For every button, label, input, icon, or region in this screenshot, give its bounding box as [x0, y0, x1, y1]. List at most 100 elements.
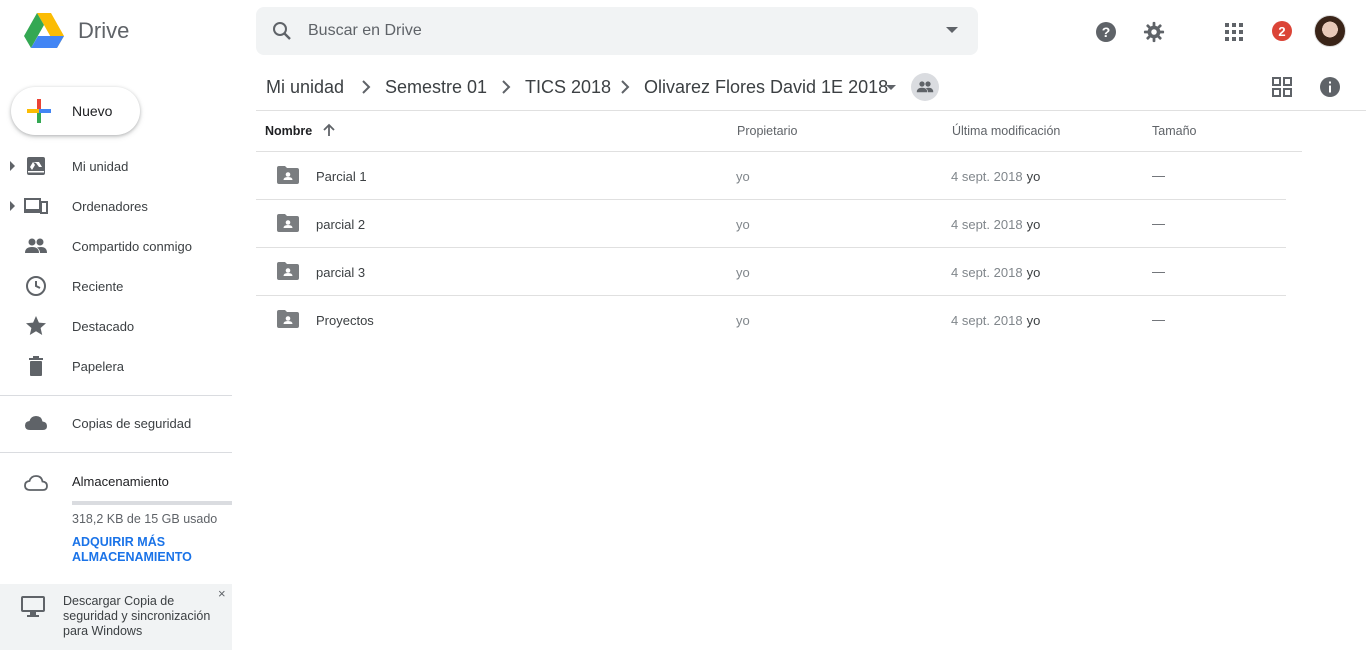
shared-folder-icon: [277, 214, 299, 232]
drive-logo-icon: [24, 13, 64, 48]
shared-folder-icon: [277, 310, 299, 328]
search-options-dropdown-icon[interactable]: [946, 27, 958, 33]
file-name: parcial 3: [316, 265, 366, 280]
cloud-icon: [25, 416, 47, 430]
storage-usage-bar: [72, 501, 232, 505]
search-bar[interactable]: [256, 7, 978, 55]
sidebar-item-trash[interactable]: Papelera: [0, 346, 232, 386]
apps-grid-icon: [1225, 23, 1243, 41]
sidebar-divider: [0, 452, 232, 453]
monitor-icon: [21, 596, 45, 617]
file-owner: yo: [736, 265, 750, 280]
file-modified-date: 4 sept. 2018: [951, 169, 1023, 184]
file-modified-date: 4 sept. 2018: [951, 217, 1023, 232]
avatar[interactable]: [1314, 15, 1346, 47]
expand-arrow-icon[interactable]: [10, 161, 15, 171]
file-modified-by: yo: [1026, 313, 1041, 328]
column-header-size[interactable]: Tamaño: [1152, 124, 1196, 138]
breadcrumb-item[interactable]: Semestre 01: [385, 77, 487, 98]
app-name: Drive: [78, 18, 130, 43]
chevron-right-icon: [362, 80, 371, 94]
breadcrumb-item[interactable]: TICS 2018: [525, 77, 611, 98]
computers-icon: [24, 198, 48, 214]
backup-sync-promo[interactable]: Descargar Copia de seguridad y sincroniz…: [0, 584, 232, 650]
shared-people-icon: [916, 81, 934, 93]
file-modified-date: 4 sept. 2018: [951, 265, 1023, 280]
sidebar-item-label: Compartido conmigo: [72, 238, 192, 254]
svg-text:?: ?: [1102, 24, 1111, 40]
drive-logo[interactable]: Drive: [24, 13, 129, 49]
sidebar-item-label: Mi unidad: [72, 158, 129, 174]
sidebar-item-my-drive[interactable]: Mi unidad: [0, 146, 232, 186]
table-row[interactable]: parcial 2 yo 4 sept. 2018 yo —: [256, 200, 1286, 248]
search-icon[interactable]: [270, 19, 294, 43]
file-owner: yo: [736, 217, 750, 232]
sidebar-item-shared[interactable]: Compartido conmigo: [0, 226, 232, 266]
file-modified-date: 4 sept. 2018: [951, 313, 1023, 328]
star-icon: [26, 316, 46, 335]
close-icon[interactable]: ×: [218, 586, 226, 601]
info-icon: [1320, 77, 1340, 97]
expand-arrow-icon[interactable]: [10, 201, 15, 211]
sidebar-item-label: Reciente: [72, 278, 124, 294]
file-modified-by: yo: [1026, 169, 1041, 184]
sidebar-item-label: Ordenadores: [72, 198, 148, 214]
apps-button[interactable]: [1218, 16, 1250, 48]
breadcrumb-current[interactable]: Olivarez Flores David 1E 2018: [644, 77, 888, 98]
sidebar-item-starred[interactable]: Destacado: [0, 306, 232, 346]
breadcrumb-item[interactable]: Mi unidad: [266, 77, 344, 98]
my-drive-icon: [27, 157, 45, 175]
file-modified: 4 sept. 2018 yo: [951, 265, 1040, 280]
new-button[interactable]: Nuevo: [11, 87, 140, 135]
grid-view-icon: [1272, 77, 1292, 97]
file-modified: 4 sept. 2018 yo: [951, 313, 1040, 328]
file-name: Proyectos: [316, 313, 374, 328]
table-row[interactable]: Parcial 1 yo 4 sept. 2018 yo —: [256, 152, 1286, 200]
promo-text: Descargar Copia de seguridad y sincroniz…: [63, 594, 211, 638]
file-size: —: [1152, 168, 1165, 183]
grid-view-button[interactable]: [1266, 71, 1298, 103]
sidebar-item-label: Copias de seguridad: [72, 415, 192, 431]
chevron-right-icon: [502, 80, 511, 94]
file-owner: yo: [736, 169, 750, 184]
table-row[interactable]: Proyectos yo 4 sept. 2018 yo —: [256, 296, 1286, 344]
column-header-owner[interactable]: Propietario: [737, 124, 797, 138]
sidebar-item-label: Papelera: [72, 358, 125, 374]
search-input[interactable]: [308, 22, 908, 40]
table-row[interactable]: parcial 3 yo 4 sept. 2018 yo —: [256, 248, 1286, 296]
gear-icon: [1143, 21, 1165, 43]
sidebar-item-label: Destacado: [72, 318, 135, 334]
storage-label[interactable]: Almacenamiento: [72, 474, 169, 489]
column-header-modified[interactable]: Última modificación: [952, 124, 1060, 138]
cloud-outline-icon: [24, 475, 48, 491]
settings-button[interactable]: [1138, 16, 1170, 48]
sort-ascending-icon[interactable]: [322, 123, 336, 137]
clock-icon: [26, 276, 46, 296]
help-button[interactable]: ?: [1090, 16, 1122, 48]
shared-folder-button[interactable]: [911, 73, 939, 101]
chevron-right-icon: [621, 80, 630, 94]
sidebar-item-recent[interactable]: Reciente: [0, 266, 232, 306]
folder-menu-dropdown-icon[interactable]: [886, 85, 896, 90]
file-name: Parcial 1: [316, 169, 367, 184]
storage-used-text: 318,2 KB de 15 GB usado: [72, 512, 218, 526]
file-modified: 4 sept. 2018 yo: [951, 217, 1040, 232]
notifications-badge[interactable]: 2: [1272, 21, 1292, 41]
shared-folder-icon: [277, 166, 299, 184]
toolbar-divider: [256, 110, 1366, 111]
file-modified: 4 sept. 2018 yo: [951, 169, 1040, 184]
file-modified-by: yo: [1026, 217, 1041, 232]
sidebar-item-computers[interactable]: Ordenadores: [0, 186, 232, 226]
help-icon: ?: [1096, 22, 1116, 42]
file-owner: yo: [736, 313, 750, 328]
trash-icon: [29, 356, 43, 376]
file-size: —: [1152, 264, 1165, 279]
file-name: parcial 2: [316, 217, 366, 232]
sidebar-divider: [0, 395, 232, 396]
file-modified-by: yo: [1026, 265, 1041, 280]
new-button-label: Nuevo: [72, 103, 113, 119]
details-button[interactable]: [1314, 71, 1346, 103]
sidebar-item-backups[interactable]: Copias de seguridad: [0, 403, 232, 443]
column-header-name[interactable]: Nombre: [265, 124, 312, 138]
buy-storage-link[interactable]: ADQUIRIR MÁS ALMACENAMIENTO: [72, 535, 222, 565]
